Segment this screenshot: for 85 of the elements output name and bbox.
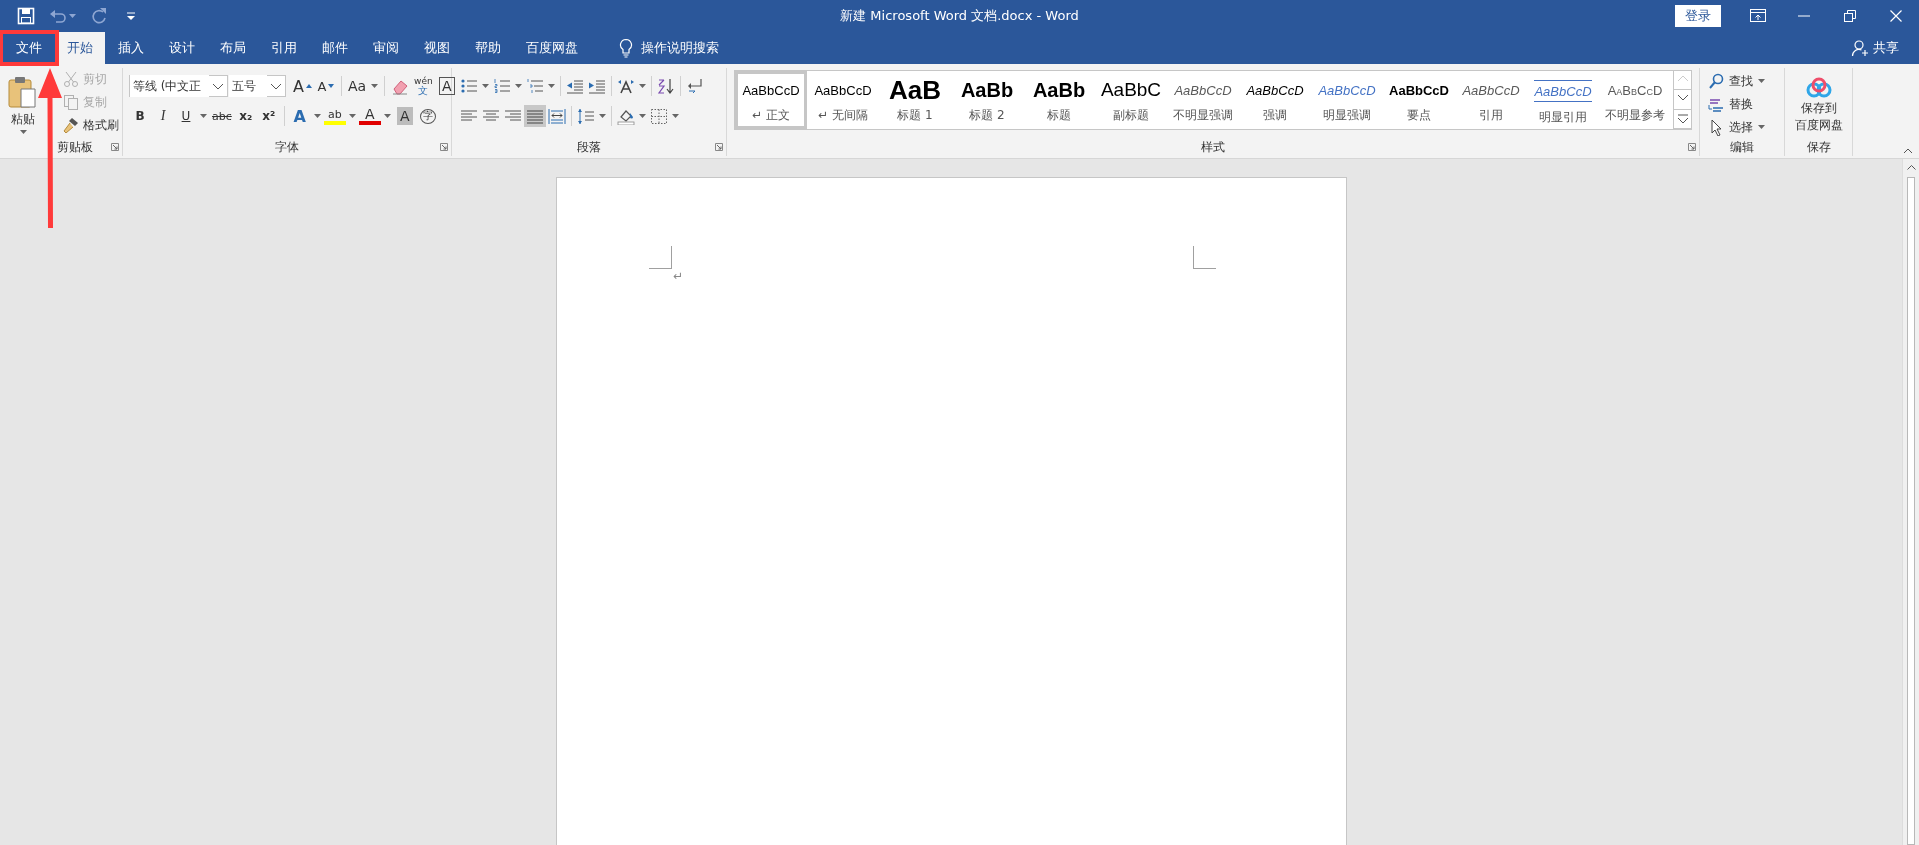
ribbon-tab[interactable]: 邮件: [310, 32, 360, 64]
share-text: 共享: [1873, 39, 1899, 57]
ribbon-tab[interactable]: 引用: [259, 32, 309, 64]
font-size-dropdown[interactable]: 五号: [229, 75, 267, 97]
style-name: ↵ 无间隔: [818, 107, 868, 124]
style-preview: AaBbCcD: [1389, 81, 1449, 100]
style-name: 明显引用: [1539, 109, 1587, 126]
style-preview: AaBbCcD: [1174, 81, 1232, 100]
style-item[interactable]: AaBbCcD ↵ 正文: [735, 71, 807, 129]
style-name: 副标题: [1113, 107, 1149, 124]
ribbon-tab[interactable]: 审阅: [361, 32, 411, 64]
format-painter-button[interactable]: 格式刷: [60, 114, 122, 136]
style-name: 不明显参考: [1605, 107, 1665, 124]
grow-font-button[interactable]: A: [291, 75, 314, 97]
highlight-button[interactable]: ab: [323, 107, 346, 125]
style-name: 标题 2: [969, 107, 1005, 124]
style-name: 引用: [1479, 107, 1503, 124]
bold-button[interactable]: B: [129, 105, 151, 127]
style-preview: AaBbCcD: [814, 81, 872, 100]
save-to-cloud-button[interactable]: 保存到 百度网盘: [1794, 72, 1843, 138]
tell-me-search[interactable]: 操作说明搜索: [613, 32, 725, 64]
style-preview: AaBb: [1032, 77, 1086, 103]
style-item[interactable]: AaBbCcD 要点: [1383, 71, 1455, 129]
group-label: 字体: [275, 138, 299, 156]
style-item[interactable]: AaBbCcD 引用: [1455, 71, 1527, 129]
style-name: 明显强调: [1323, 107, 1371, 124]
style-name: 要点: [1407, 107, 1431, 124]
style-item[interactable]: AaBbCcD ↵ 无间隔: [807, 71, 879, 129]
strikethrough-button[interactable]: abc: [210, 105, 234, 127]
subscript-button[interactable]: x₂: [234, 105, 257, 127]
replace-button[interactable]: 替换: [1708, 93, 1765, 115]
character-shading-button[interactable]: A: [396, 107, 413, 125]
style-preview: AaBbCcD: [1462, 81, 1520, 100]
window-title: 新建 Microsoft Word 文档.docx - Word: [840, 7, 1079, 25]
style-item[interactable]: AaBb 标题: [1023, 71, 1095, 129]
style-item[interactable]: AaBbCcD 明显引用: [1527, 71, 1599, 129]
phonetic-guide-button[interactable]: wén 文: [412, 75, 435, 97]
group-label: 样式: [1201, 138, 1225, 156]
group-label: 剪贴板: [57, 138, 93, 156]
style-preview: AaBbCcD: [1318, 81, 1376, 100]
ribbon-tab[interactable]: 设计: [157, 32, 207, 64]
character-border-button[interactable]: A: [438, 77, 455, 95]
paragraph-mark: ↵: [673, 269, 684, 283]
ribbon-tab[interactable]: 文件: [4, 32, 54, 64]
share-button[interactable]: 共享: [1845, 32, 1905, 64]
font-name-dropdown[interactable]: 等线 (中文正: [130, 75, 209, 97]
ribbon-tab[interactable]: 视图: [412, 32, 462, 64]
style-preview: AaBbCcD: [1246, 81, 1304, 100]
text-effect-button[interactable]: A: [288, 105, 311, 127]
ribbon-tab[interactable]: 插入: [106, 32, 156, 64]
style-item[interactable]: AaBbCcD 不明显参考: [1599, 71, 1671, 129]
style-name: 强调: [1263, 107, 1287, 124]
style-preview: AaBb: [960, 77, 1014, 103]
paste-button[interactable]: 粘贴: [4, 68, 42, 138]
shrink-font-button[interactable]: A: [314, 75, 337, 97]
italic-button[interactable]: I: [152, 105, 174, 127]
style-item[interactable]: AaBbC 副标题: [1095, 71, 1167, 129]
ribbon-tab[interactable]: 帮助: [463, 32, 513, 64]
group-label: 编辑: [1730, 138, 1754, 156]
style-preview: AaBbCcD: [1534, 80, 1592, 102]
find-button[interactable]: 查找: [1708, 70, 1765, 92]
style-name: 标题: [1047, 107, 1071, 124]
ribbon-tab[interactable]: 布局: [208, 32, 258, 64]
change-case-button[interactable]: Aa: [345, 75, 369, 97]
style-name: 不明显强调: [1173, 107, 1233, 124]
font-color-button[interactable]: A: [358, 107, 381, 125]
sign-in-button[interactable]: 登录: [1675, 5, 1721, 27]
style-preview: AaBbCcD: [742, 81, 800, 100]
select-button[interactable]: 选择: [1708, 116, 1765, 138]
group-label: 保存: [1806, 138, 1831, 156]
style-item[interactable]: AaBbCcD 明显强调: [1311, 71, 1383, 129]
style-item[interactable]: AaBbCcD 强调: [1239, 71, 1311, 129]
tell-me-text: 操作说明搜索: [641, 39, 719, 57]
style-item[interactable]: AaBbCcD 不明显强调: [1167, 71, 1239, 129]
style-name: ↵ 正文: [752, 107, 790, 124]
style-preview: AaBbCcD: [1607, 81, 1663, 100]
style-item[interactable]: AaB 标题 1: [879, 71, 951, 129]
superscript-button[interactable]: x²: [257, 105, 280, 127]
ribbon-tab[interactable]: 百度网盘: [514, 32, 590, 64]
style-item[interactable]: AaBb 标题 2: [951, 71, 1023, 129]
style-preview: AaB: [889, 74, 941, 106]
style-name: 标题 1: [897, 107, 933, 124]
group-label: 段落: [577, 138, 601, 156]
underline-button[interactable]: U: [175, 105, 197, 127]
style-preview: AaBbC: [1100, 78, 1162, 102]
